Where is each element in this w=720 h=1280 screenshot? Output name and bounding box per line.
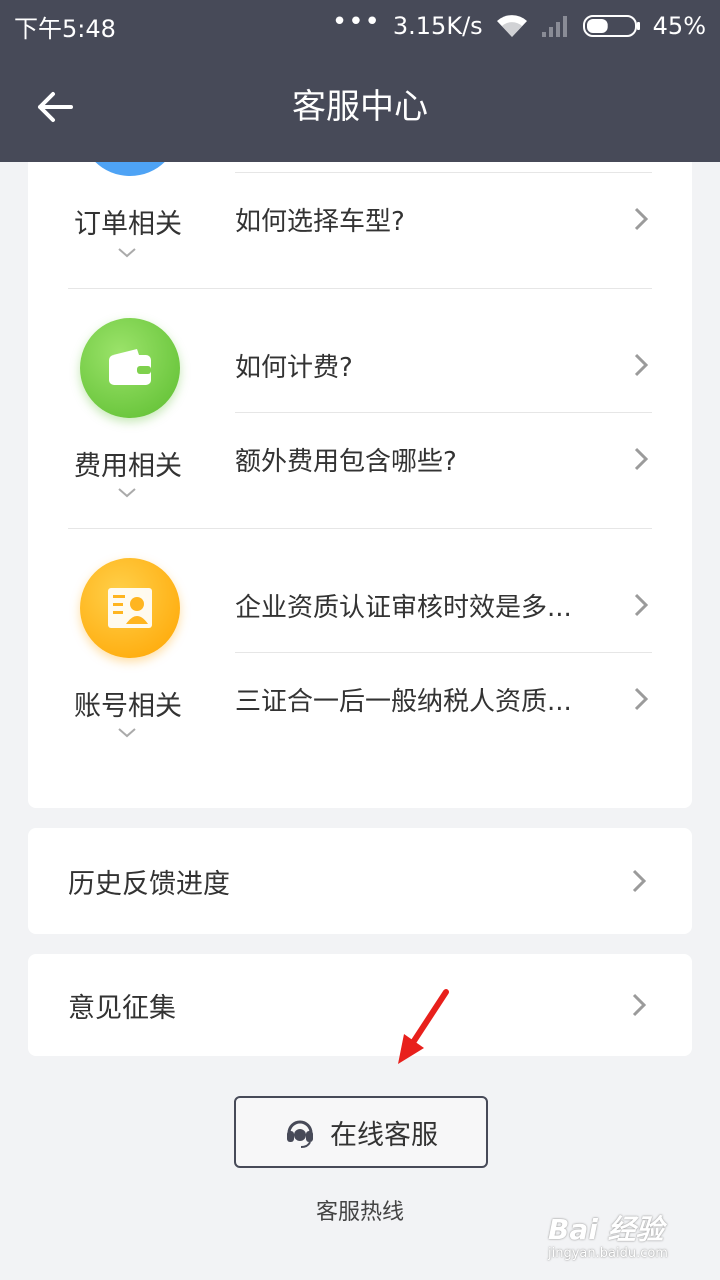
chevron-right-icon <box>634 447 648 471</box>
faq-question-text: 如何计费? <box>235 352 353 383</box>
online-service-button[interactable]: 在线客服 <box>234 1096 488 1168</box>
chevron-right-icon <box>632 993 646 1017</box>
section-divider <box>68 288 652 289</box>
chevron-right-icon <box>634 687 648 711</box>
faq-question[interactable]: 企业资质认证审核时效是多... <box>235 558 652 652</box>
order-icon <box>80 162 180 176</box>
watermark-url: jingyan.baidu.com <box>548 1246 668 1261</box>
suggestions-label: 意见征集 <box>68 992 176 1024</box>
wifi-icon <box>495 13 529 39</box>
faq-question-text: 如何选择车型? <box>235 206 405 237</box>
more-dots: ••• <box>331 7 381 37</box>
page-title: 客服中心 <box>292 87 428 127</box>
signal-icon <box>541 14 571 38</box>
chevron-right-icon <box>634 207 648 231</box>
battery-percent: 45% <box>652 12 706 40</box>
faq-card: 订单相关 如何选择车型? 费用相关 如何计费? 额外费用包含哪些? 账号相关 企… <box>28 162 692 808</box>
annotation-arrow-icon <box>398 989 449 1064</box>
faq-question[interactable]: 如何计费? <box>235 318 652 412</box>
faq-question[interactable]: 三证合一后一般纳税人资质... <box>235 652 652 746</box>
history-feedback-button[interactable]: 历史反馈进度 <box>28 828 692 934</box>
nav-bar: 客服中心 <box>0 52 720 162</box>
faq-question-text: 三证合一后一般纳税人资质... <box>235 686 572 717</box>
network-speed: 3.15K/s <box>392 12 483 40</box>
category-label-fees: 费用相关 <box>74 451 182 482</box>
faq-question[interactable]: 额外费用包含哪些? <box>235 412 652 506</box>
chevron-down-icon[interactable] <box>116 246 138 260</box>
status-bar: 下午5:48 ••• 3.15K/s 45% <box>0 0 720 52</box>
id-card-icon <box>80 558 180 658</box>
watermark-brand: Bai 经验 <box>548 1213 664 1246</box>
chevron-right-icon <box>634 353 648 377</box>
status-right: ••• 3.15K/s 45% <box>331 7 706 40</box>
headset-icon <box>287 1120 313 1148</box>
category-label-orders: 订单相关 <box>74 209 182 240</box>
watermark: Bai 经验 jingyan.baidu.com <box>548 1208 698 1268</box>
status-time: 下午5:48 <box>14 14 116 43</box>
online-service-label: 在线客服 <box>330 1119 438 1151</box>
chevron-right-icon <box>634 593 648 617</box>
faq-question[interactable]: 如何选择车型? <box>235 172 652 266</box>
chevron-right-icon <box>632 869 646 893</box>
faq-question-text: 企业资质认证审核时效是多... <box>235 592 572 623</box>
section-divider <box>68 528 652 529</box>
wallet-icon <box>80 318 180 418</box>
faq-question-text: 额外费用包含哪些? <box>235 446 457 477</box>
history-feedback-label: 历史反馈进度 <box>68 868 230 900</box>
category-label-account: 账号相关 <box>74 691 182 722</box>
battery-icon <box>582 14 641 38</box>
suggestions-button[interactable]: 意见征集 <box>28 954 692 1056</box>
chevron-down-icon[interactable] <box>116 726 138 740</box>
chevron-down-icon[interactable] <box>116 486 138 500</box>
